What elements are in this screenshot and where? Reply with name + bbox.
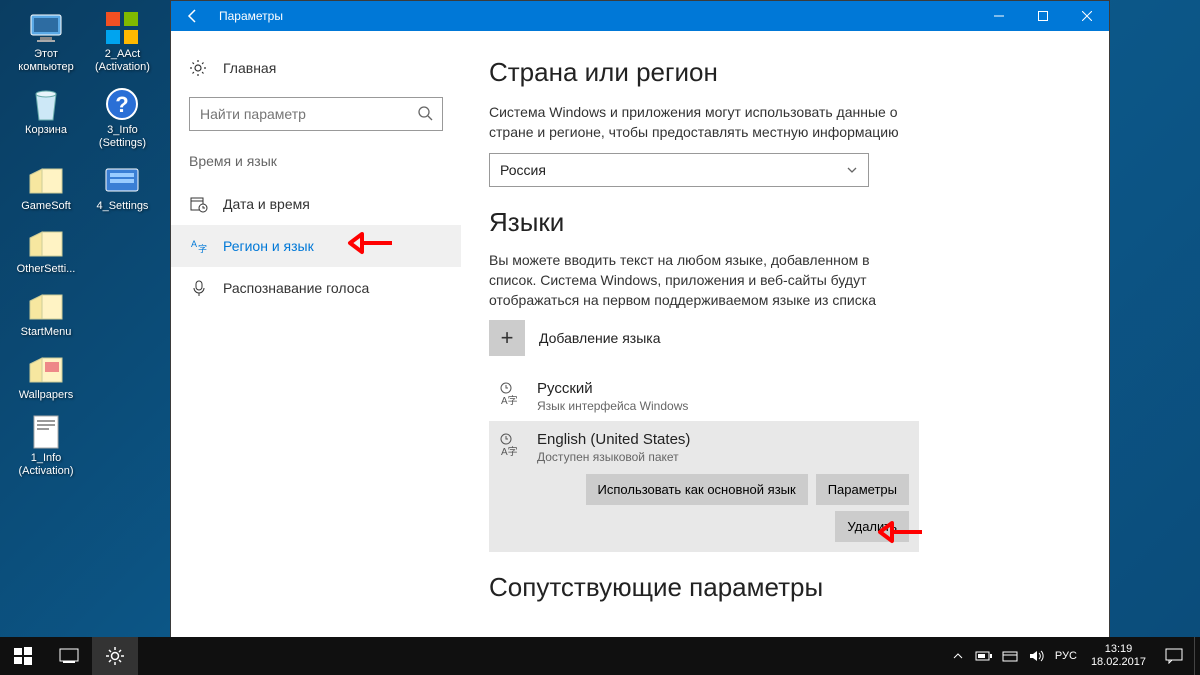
desktop-icon-label: StartMenu: [10, 326, 82, 339]
language-item-english[interactable]: A字 English (United States) Доступен язык…: [489, 421, 919, 552]
back-button[interactable]: [171, 1, 215, 31]
desktop-icon-label: 1_Info (Activation): [10, 452, 82, 478]
sidebar-item-label: Регион и язык: [223, 238, 314, 254]
content-pane: Страна или регион Система Windows и прил…: [461, 31, 1109, 639]
desktop-icon-label: Корзина: [10, 124, 82, 137]
desktop-icon-label: 2_AAct (Activation): [86, 48, 158, 74]
language-subtitle: Язык интерфейса Windows: [537, 399, 688, 413]
add-language-label: Добавление языка: [539, 330, 661, 346]
sidebar-home-label: Главная: [223, 60, 276, 76]
heading-region: Страна или регион: [489, 57, 1079, 88]
desktop-icon-label: 3_Info (Settings): [86, 124, 158, 150]
gear-icon: [189, 59, 209, 77]
sidebar-home[interactable]: Главная: [171, 49, 461, 87]
region-value: Россия: [500, 162, 546, 178]
desktop-icon-startmenu[interactable]: StartMenu: [10, 288, 82, 339]
region-dropdown[interactable]: Россия: [489, 153, 869, 187]
language-name: Русский: [537, 380, 688, 397]
desktop-icon-label: Этот компьютер: [10, 48, 82, 74]
sidebar-item-label: Дата и время: [223, 196, 310, 212]
start-button[interactable]: [0, 637, 46, 675]
taskbar-settings-icon[interactable]: [92, 637, 138, 675]
desktop-icon-gamesoft[interactable]: GameSoft: [10, 162, 82, 213]
svg-text:A字: A字: [501, 394, 518, 406]
add-language-button[interactable]: + Добавление языка: [489, 320, 1079, 356]
taskbar: РУС 13:19 18.02.2017: [0, 637, 1200, 675]
search-input[interactable]: [189, 97, 443, 131]
close-button[interactable]: [1065, 1, 1109, 31]
taskview-button[interactable]: [46, 637, 92, 675]
sidebar-item-speech[interactable]: Распознавание голоса: [171, 267, 461, 309]
desktop-icon-1info[interactable]: 1_Info (Activation): [10, 414, 82, 478]
sidebar: Главная Время и язык Дата и время A字 Рег: [171, 31, 461, 639]
show-desktop-button[interactable]: [1194, 637, 1200, 675]
sidebar-item-region-language[interactable]: A字 Регион и язык: [171, 225, 461, 267]
language-icon: A字: [189, 237, 209, 255]
microphone-icon: [189, 279, 209, 297]
svg-text:A: A: [191, 239, 197, 249]
action-center-button[interactable]: [1154, 637, 1194, 675]
region-description: Система Windows и приложения могут испол…: [489, 102, 909, 143]
tray-chevron-icon[interactable]: [945, 637, 971, 675]
desktop-icon-other[interactable]: OtherSetti...: [10, 225, 82, 276]
desktop-icon-4settings[interactable]: 4_Settings: [86, 162, 158, 213]
desktop-icon-label: OtherSetti...: [10, 263, 82, 276]
search-box: [189, 97, 443, 131]
svg-text:?: ?: [116, 92, 129, 117]
window-title: Параметры: [215, 9, 977, 23]
language-name: English (United States): [537, 431, 690, 448]
maximize-button[interactable]: [1021, 1, 1065, 31]
desktop-icon-label: GameSoft: [10, 200, 82, 213]
sidebar-section-title: Время и язык: [171, 149, 461, 183]
plus-icon: +: [489, 320, 525, 356]
desktop-icon-info-settings[interactable]: ? 3_Info (Settings): [86, 86, 158, 150]
settings-window: Параметры Главная Время и язык: [170, 0, 1110, 640]
taskbar-language[interactable]: РУС: [1049, 650, 1083, 662]
tray-network-icon[interactable]: [997, 637, 1023, 675]
desktop: Этот компьютер 2_AAct (Activation) Корзи…: [0, 0, 170, 488]
tray-volume-icon[interactable]: [1023, 637, 1049, 675]
language-glyph-icon: A字: [499, 382, 525, 406]
heading-languages: Языки: [489, 207, 1079, 238]
desktop-icon-label: Wallpapers: [10, 389, 82, 402]
language-subtitle: Доступен языковой пакет: [537, 450, 690, 464]
tray-battery-icon[interactable]: [971, 637, 997, 675]
language-item-russian[interactable]: A字 Русский Язык интерфейса Windows: [489, 372, 1079, 421]
language-glyph-icon: A字: [499, 433, 525, 457]
taskbar-time: 13:19: [1091, 643, 1146, 656]
desktop-icon-this-pc[interactable]: Этот компьютер: [10, 10, 82, 74]
remove-language-button[interactable]: Удалить: [835, 511, 909, 542]
desktop-icon-label: 4_Settings: [86, 200, 158, 213]
svg-text:字: 字: [198, 243, 207, 254]
heading-related: Сопутствующие параметры: [489, 572, 1079, 603]
search-icon: [417, 105, 433, 121]
set-default-button[interactable]: Использовать как основной язык: [586, 474, 808, 505]
desktop-icon-recycle[interactable]: Корзина: [10, 86, 82, 137]
minimize-button[interactable]: [977, 1, 1021, 31]
taskbar-clock[interactable]: 13:19 18.02.2017: [1083, 643, 1154, 669]
chevron-down-icon: [846, 164, 858, 176]
calendar-clock-icon: [189, 195, 209, 213]
desktop-icon-aact[interactable]: 2_AAct (Activation): [86, 10, 158, 74]
languages-description: Вы можете вводить текст на любом языке, …: [489, 250, 909, 311]
sidebar-item-datetime[interactable]: Дата и время: [171, 183, 461, 225]
sidebar-item-label: Распознавание голоса: [223, 280, 369, 296]
language-options-button[interactable]: Параметры: [816, 474, 909, 505]
titlebar: Параметры: [171, 1, 1109, 31]
svg-text:A字: A字: [501, 445, 518, 457]
taskbar-date: 18.02.2017: [1091, 656, 1146, 669]
desktop-icon-wallpapers[interactable]: Wallpapers: [10, 351, 82, 402]
